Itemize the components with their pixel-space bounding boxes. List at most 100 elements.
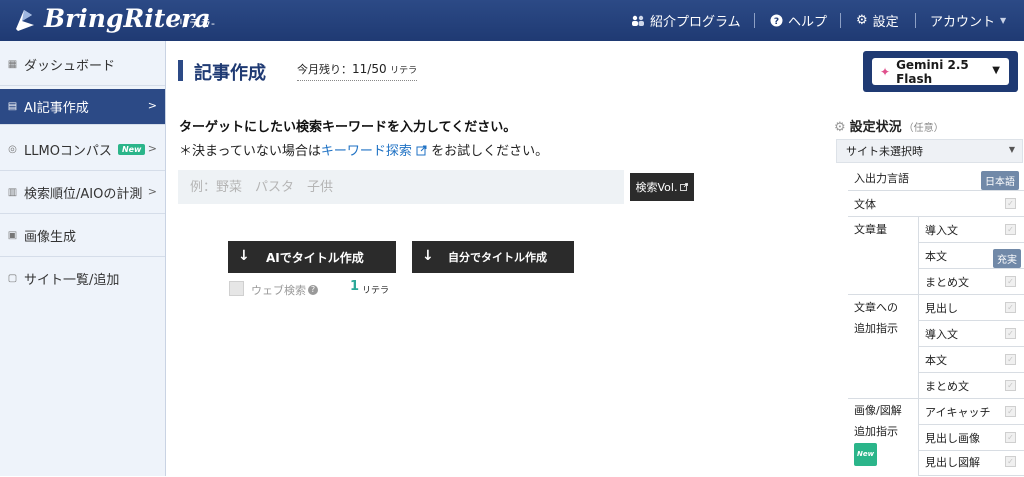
monthly-quota: 今月残り：11/50 リテラ [297,61,418,81]
caret-down-icon: ▼ [992,65,1000,76]
people-icon [632,15,644,26]
cost-unit: リテラ [362,286,390,296]
nav-referral-label: 紹介プログラム [650,15,741,30]
search-volume-button[interactable]: 検索Vol. [630,173,694,201]
ai-title-label: AIでタイトル作成 [266,250,364,265]
settings-status-title: ⚙ 設定状況 （任意） [834,116,944,135]
language-tag[interactable]: 日本語 [981,171,1019,190]
nav-help-label: ヘルプ [788,15,828,30]
arrow-down-icon: ↓ [422,248,434,264]
row-label: 導入文 [925,224,958,237]
row-label: 入出力言語 [854,172,909,185]
gear-icon: ⚙ [856,13,868,28]
sidebar-item-ai-article[interactable]: ▤ AI記事作成 > [0,89,165,125]
row-label: 見出し画像 [925,432,980,445]
ai-title-button[interactable]: ↓ AIでタイトル作成 [228,241,396,273]
chevron-right-icon: > [147,142,157,155]
sidebar-item-label: 検索順位/AIOの計測 [24,186,143,202]
row-label: 本文 [925,250,947,263]
row-label: アイキャッチ [925,406,991,419]
check-icon[interactable]: ✓ [1005,354,1016,365]
site-icon: ▢ [7,273,18,284]
logo-icon [16,10,34,31]
check-icon[interactable]: ✓ [1005,276,1016,287]
quota-unit: リテラ [390,66,418,76]
web-search-label-wrap: ウェブ検索? [251,282,318,298]
model-selector-frame: ✦ Gemini 2.5 Flash ▼ [863,51,1018,92]
keyword-explore-link[interactable]: キーワード探索 [321,144,412,159]
keyword-instruction: ターゲットにしたい検索キーワードを入力してください。 [179,120,517,135]
sidebar: ▦ ダッシュボード ▤ AI記事作成 > ◎ LLMOコンパス New > ▥ … [0,41,166,476]
search-volume-label: 検索Vol. [635,181,678,194]
check-icon[interactable]: ✓ [1005,432,1016,443]
image-icon: ▣ [7,229,18,241]
group-label-line2: 追加指示 [854,425,898,438]
sidebar-item-label: 画像生成 [24,229,77,245]
check-icon[interactable]: ✓ [1005,198,1016,209]
row-label: まとめ文 [925,380,969,393]
sidebar-item-dashboard[interactable]: ▦ ダッシュボード [0,43,165,86]
check-icon[interactable]: ✓ [1005,406,1016,417]
app-header: BringRitera -リテラ- 紹介プログラム ? ヘルプ ⚙ 設定 アカウ… [0,0,1024,41]
group-label: 文章への 追加指示 [854,297,898,339]
sidebar-item-image-gen[interactable]: ▣ 画像生成 [0,214,165,257]
page-title: 記事作成 [194,63,266,84]
gemini-spark-icon: ✦ [880,64,891,79]
caret-down-icon: ▼ [1008,145,1015,154]
new-badge: New [854,443,878,466]
model-selector[interactable]: ✦ Gemini 2.5 Flash ▼ [872,58,1009,86]
web-search-checkbox[interactable] [229,281,244,296]
help-icon: ? [770,14,783,27]
group-label-line1: 画像/図解 [854,404,902,417]
svg-text:?: ? [774,17,779,27]
quota-label: 今月残り： [297,63,352,76]
check-icon[interactable]: ✓ [1005,380,1016,391]
settings-title-label: 設定状況 [849,120,902,135]
row-label: 本文 [925,354,947,367]
check-icon[interactable]: ✓ [1005,224,1016,235]
self-title-button[interactable]: ↓ 自分でタイトル作成 [412,241,574,273]
cost-value: 1 [350,279,360,294]
new-badge: New [117,143,146,155]
row-label: 導入文 [925,328,958,341]
keyword-note: ＊決まっていない場合はキーワード探索 をお試しください。 [179,140,548,159]
self-title-label: 自分でタイトル作成 [448,251,547,264]
sidebar-item-sites[interactable]: ▢ サイト一覧/追加 [0,257,165,300]
check-icon[interactable]: ✓ [1005,456,1016,467]
note-suffix: をお試しください。 [431,144,549,159]
sidebar-item-ranking[interactable]: ▥ 検索順位/AIOの計測 > [0,171,165,214]
web-search-label: ウェブ検索 [251,284,306,297]
gear-icon: ⚙ [834,120,846,135]
nav-account-label: アカウント [930,15,996,30]
sidebar-item-llmo-compass[interactable]: ◎ LLMOコンパス New > [0,128,165,171]
chevron-down-icon: ▼ [1000,16,1007,25]
nav-help[interactable]: ? ヘルプ [770,0,827,41]
compass-icon: ◎ [8,143,17,155]
quota-remaining: 11 [352,62,368,76]
arrow-down-icon: ↓ [238,248,250,264]
note-prefix: ＊決まっていない場合は [179,144,321,159]
sidebar-item-label: サイト一覧/追加 [24,273,120,288]
row-label: 文体 [854,198,876,211]
nav-settings[interactable]: ⚙ 設定 [856,0,899,41]
help-icon[interactable]: ? [308,285,318,295]
group-label-line1: 文章への [854,301,898,314]
sidebar-item-label: LLMOコンパス [24,143,112,159]
quota-total: /50 [367,62,387,76]
row-label: 見出し図解 [925,456,980,469]
nav-account[interactable]: アカウント ▼ [930,0,1006,41]
row-label: 見出し [925,302,958,315]
article-icon: ▤ [7,101,18,112]
volume-tag[interactable]: 充実 [993,249,1021,268]
group-label: 文章量 [854,223,887,236]
nav-referral[interactable]: 紹介プログラム [631,0,741,41]
check-icon[interactable]: ✓ [1005,328,1016,339]
dashboard-icon: ▦ [7,58,18,70]
title-accent-bar [178,60,183,81]
check-icon[interactable]: ✓ [1005,302,1016,313]
site-select[interactable]: サイト未選択時 ▼ [836,139,1023,163]
nav-divider [754,13,755,28]
nav-settings-label: 設定 [872,15,899,30]
keyword-input[interactable] [178,170,624,204]
external-link-icon[interactable] [416,145,427,156]
